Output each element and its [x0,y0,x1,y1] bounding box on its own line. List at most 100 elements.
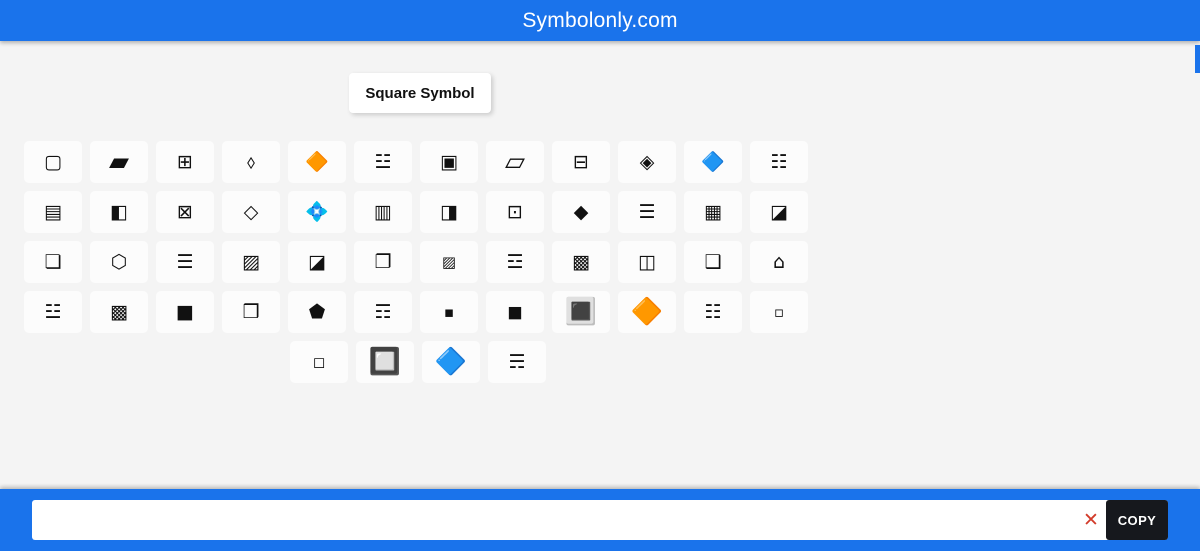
symbol-cell-square-horizontal-fill[interactable]: ▤ [24,191,82,233]
symbol-cell-lower-right-shadowed-square[interactable]: ❑ [684,241,742,283]
symbol-glyph: ◧ [110,200,128,223]
symbol-cell-lower-right-shadowed-white-square[interactable]: ❏ [24,241,82,283]
symbol-cell-trigram-earth[interactable]: ☷ [750,141,808,183]
symbol-cell-white-small-square[interactable]: ▫ [750,291,808,333]
symbol-cell-squared-dot-operator[interactable]: ⊡ [486,191,544,233]
symbol-glyph: ◆ [573,200,589,223]
symbol-cell-square-diagonal-half-black[interactable]: ◪ [288,241,346,283]
symbol-glyph: ▩ [110,300,128,323]
symbol-glyph: 💠 [305,200,329,223]
symbol-input[interactable] [32,501,1076,539]
clear-icon[interactable]: ✕ [1076,500,1106,540]
symbol-cell-black-square-button[interactable]: 🔲 [356,341,414,383]
copy-button[interactable]: COPY [1106,500,1168,540]
symbol-cell-trigram-wind[interactable]: ☴ [488,341,546,383]
symbol-glyph: ☰ [176,250,194,273]
symbol-glyph: ▢ [44,150,62,173]
symbol-cell-trigram-mountain[interactable]: ☶ [354,291,412,333]
symbol-glyph: ❐ [374,250,392,273]
symbol-cell-large-blue-diamond[interactable]: 🔷 [684,141,742,183]
symbol-glyph: ⌂ [772,250,786,273]
symbol-cell-trigram-thunder[interactable]: ☳ [354,141,412,183]
symbol-cell-rounded-hatched-square-small[interactable]: ▨ [420,241,478,283]
symbol-cell-square-fill-grid[interactable]: ▦ [684,191,742,233]
symbol-cell-white-diamond-black-small-diamond[interactable]: ◈ [618,141,676,183]
symbol-cell-upper-right-shadowed-white-square-alt[interactable]: ❒ [222,291,280,333]
symbol-glyph: ☶ [374,300,392,323]
symbol-glyph: ☷ [704,300,722,323]
symbol-cell-black-small-square[interactable]: ▪ [420,291,478,333]
symbol-grid-last-row: ◻ 🔲 🔷 ☴ [290,341,556,383]
symbol-glyph: ❏ [44,250,62,273]
symbol-glyph: ☳ [44,300,62,323]
symbol-cell-square-right-half-black[interactable]: ◨ [420,191,478,233]
category-label-card: Square Symbol [349,73,491,113]
symbol-glyph: ◻ [312,352,326,371]
symbol-cell-diamond-shape-with-dot-inside[interactable]: 💠 [288,191,346,233]
symbol-glyph: ◈ [639,150,655,173]
symbol-cell-square-left-half-black[interactable]: ◧ [90,191,148,233]
symbol-cell-large-blue-diamond-alt[interactable]: 🔷 [422,341,480,383]
symbol-cell-square-upper-left-to-lower-right-fill[interactable]: ▨ [222,241,280,283]
symbol-cell-white-hexagon[interactable]: ⬡ [90,241,148,283]
symbol-cell-black-diamond[interactable]: ◆ [552,191,610,233]
symbol-grid: ▢ ▰ ⊞ ⬨ 🔶 ☳ ▣ ▱ ⊟ ◈ 🔷 ☷ ▤ ◧ ⊠ ◇ 💠 ▥ ◨ ⊡ ◆ ☰ ▦ ◪ ❏ ⬡ ☰ ▨ ◪ ❐ ▨ ☲ ▩ ◫ ❑ ⌂ ☳ ▩ ■ ❒… [24,141,820,333]
symbol-glyph: ◪ [308,250,326,273]
symbol-cell-square-checkerboard-fill[interactable]: ▩ [90,291,148,333]
symbol-glyph: ⬨ [246,150,256,173]
symbol-glyph: ◫ [638,250,656,273]
symbol-cell-squared-plus[interactable]: ⊞ [156,141,214,183]
symbol-cell-white-diamond[interactable]: ◇ [222,191,280,233]
symbol-cell-black-parallelogram[interactable]: ▰ [90,141,148,183]
symbol-cell-trigram-thunder-alt[interactable]: ☳ [24,291,82,333]
symbol-cell-trigram-fire[interactable]: ☲ [486,241,544,283]
symbol-glyph: 🔶 [305,150,329,173]
vertical-scrollbar[interactable] [1195,45,1200,73]
symbol-cell-large-orange-diamond-alt[interactable]: 🔶 [618,291,676,333]
symbol-cell-upper-right-shadowed-white-square[interactable]: ❐ [354,241,412,283]
copy-input-wrapper: ✕ COPY [32,500,1168,540]
page-title: Symbolonly.com [522,9,678,32]
symbol-cell-square-vertical-bisecting-line[interactable]: ◫ [618,241,676,283]
symbol-glyph: ☴ [508,350,526,373]
symbol-glyph: ▨ [441,252,457,271]
category-label-text: Square Symbol [365,84,475,102]
symbol-cell-black-square[interactable]: ■ [156,291,214,333]
symbol-content-area: Square Symbol ▢ ▰ ⊞ ⬨ 🔶 ☳ ▣ ▱ ⊟ ◈ 🔷 ☷ ▤ ◧ ⊠ ◇ 💠 ▥ ◨ ⊡ ◆ ☰ ▦ ◪ ❏ ⬡… [0,45,1200,489]
symbol-cell-white-square-button[interactable]: 🔳 [552,291,610,333]
symbol-cell-square-lower-right-diagonal-half-black[interactable]: ◪ [750,191,808,233]
symbol-cell-house-pentagon-outline[interactable]: ⌂ [750,241,808,283]
symbol-cell-squared-times[interactable]: ⊠ [156,191,214,233]
symbol-glyph: ◨ [440,200,458,223]
symbol-cell-white-square-rounded-corners[interactable]: ▢ [24,141,82,183]
symbol-cell-square-vertical-fill[interactable]: ▥ [354,191,412,233]
symbol-glyph: ⬡ [110,250,128,273]
symbol-cell-white-square-black-small-square[interactable]: ▣ [420,141,478,183]
symbol-glyph: ❒ [242,300,260,323]
symbol-cell-white-lozenge[interactable]: ⬨ [222,141,280,183]
symbol-picker-app: Symbolonly.com Square Symbol ▢ ▰ ⊞ ⬨ 🔶 ☳ ▣ ▱ ⊟ ◈ 🔷… [0,0,1200,551]
symbol-cell-squared-minus[interactable]: ⊟ [552,141,610,183]
symbol-glyph: 🔳 [564,297,598,327]
symbol-glyph: ◪ [770,200,788,223]
symbol-cell-trigram-heaven[interactable]: ☰ [156,241,214,283]
symbol-glyph: ▫ [773,302,785,321]
symbol-cell-white-parallelogram[interactable]: ▱ [486,141,544,183]
symbol-cell-trigram-heaven-two-bar[interactable]: ☰ [618,191,676,233]
symbol-cell-black-house-pentagon[interactable]: ⬟ [288,291,346,333]
symbol-glyph: ◼ [507,300,523,323]
symbol-cell-trigram-earth-alt[interactable]: ☷ [684,291,742,333]
symbol-glyph: ❑ [704,250,722,273]
symbol-cell-square-crosshatch-fill[interactable]: ▩ [552,241,610,283]
symbol-glyph: ☳ [374,150,392,173]
symbol-cell-black-medium-square[interactable]: ◼ [486,291,544,333]
symbol-glyph: ☷ [770,150,788,173]
symbol-cell-white-medium-square[interactable]: ◻ [290,341,348,383]
symbol-glyph: ☲ [506,250,524,273]
symbol-glyph: ▦ [704,200,722,223]
symbol-glyph: ⬟ [308,300,326,323]
copy-toolbar: ✕ COPY [0,489,1200,551]
symbol-cell-large-orange-diamond[interactable]: 🔶 [288,141,346,183]
symbol-glyph: ☰ [638,200,656,223]
symbol-glyph: ■ [176,300,194,323]
